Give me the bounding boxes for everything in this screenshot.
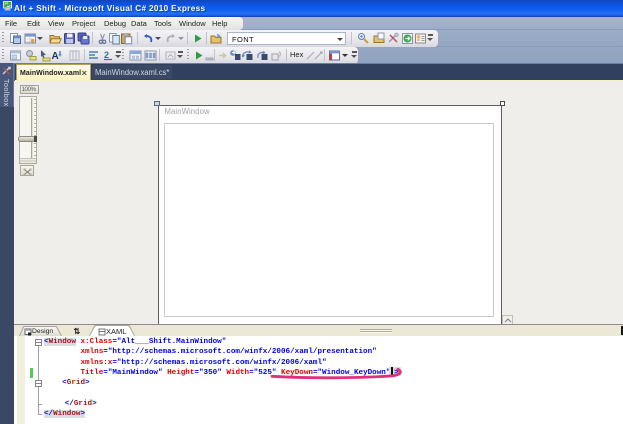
svg-text:2: 2 bbox=[104, 50, 109, 60]
svg-text:A: A bbox=[52, 51, 59, 62]
